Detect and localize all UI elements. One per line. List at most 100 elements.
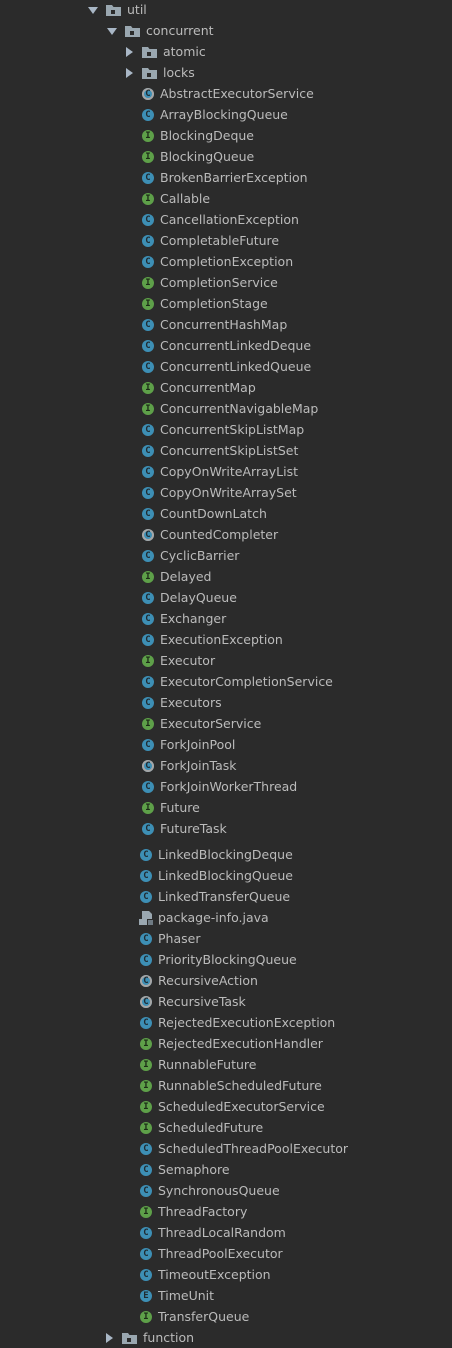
- tree-file-item[interactable]: I Future: [0, 797, 452, 818]
- tree-node-label: Delayed: [160, 569, 212, 584]
- tree-file-item[interactable]: C CompletableFuture: [0, 230, 452, 251]
- tree-node-label: ExecutionException: [160, 632, 283, 647]
- tree-file-item[interactable]: I ExecutorService: [0, 713, 452, 734]
- tree-file-item[interactable]: I RunnableFuture: [0, 1054, 452, 1075]
- tree-file-item[interactable]: I CompletionStage: [0, 293, 452, 314]
- tree-node-label: ConcurrentNavigableMap: [160, 401, 319, 416]
- class-icon: C: [141, 213, 155, 227]
- tree-file-item[interactable]: C DelayQueue: [0, 587, 452, 608]
- tree-file-item[interactable]: C Phaser: [0, 928, 452, 949]
- tree-file-item[interactable]: C ThreadLocalRandom: [0, 1222, 452, 1243]
- tree-file-item[interactable]: C ForkJoinWorkerThread: [0, 776, 452, 797]
- class-icon: C: [141, 591, 155, 605]
- tree-node-label: BlockingQueue: [160, 149, 255, 164]
- tree-file-item[interactable]: I ScheduledExecutorService: [0, 1096, 452, 1117]
- tree-node-util[interactable]: util: [0, 0, 452, 20]
- tree-file-item[interactable]: C ExecutorCompletionService: [0, 671, 452, 692]
- tree-file-item[interactable]: C ConcurrentHashMap: [0, 314, 452, 335]
- tree-node-label: AbstractExecutorService: [160, 86, 314, 101]
- tree-file-item[interactable]: C ConcurrentSkipListMap: [0, 419, 452, 440]
- tree-file-item[interactable]: C PriorityBlockingQueue: [0, 949, 452, 970]
- tree-file-item[interactable]: package-info.java: [0, 907, 452, 928]
- interface-icon: I: [141, 654, 155, 668]
- tree-file-item[interactable]: C RecursiveTask: [0, 991, 452, 1012]
- tree-file-item[interactable]: C LinkedBlockingDeque: [0, 844, 452, 865]
- tree-node-label: CompletableFuture: [160, 233, 280, 248]
- tree-file-item[interactable]: C CountDownLatch: [0, 503, 452, 524]
- tree-node-label: ThreadFactory: [158, 1204, 248, 1219]
- tree-node-label: ScheduledThreadPoolExecutor: [158, 1141, 349, 1156]
- tree-file-item[interactable]: C CopyOnWriteArraySet: [0, 482, 452, 503]
- tree-file-item[interactable]: I Callable: [0, 188, 452, 209]
- expand-arrow-right-icon[interactable]: [124, 46, 134, 57]
- tree-file-item[interactable]: C CancellationException: [0, 209, 452, 230]
- class-icon: C: [141, 696, 155, 710]
- tree-node-label: RejectedExecutionException: [158, 1015, 336, 1030]
- tree-file-item[interactable]: C AbstractExecutorService: [0, 83, 452, 104]
- tree-file-item[interactable]: C RecursiveAction: [0, 970, 452, 991]
- tree-file-item[interactable]: I RejectedExecutionHandler: [0, 1033, 452, 1054]
- tree-file-item[interactable]: C SynchronousQueue: [0, 1180, 452, 1201]
- tree-file-item[interactable]: C ConcurrentLinkedQueue: [0, 356, 452, 377]
- expand-arrow-right-icon[interactable]: [104, 1332, 114, 1343]
- enum-icon: E: [139, 1289, 153, 1303]
- expand-arrow-right-icon[interactable]: [124, 67, 134, 78]
- class-icon: C: [141, 423, 155, 437]
- class-icon: C: [141, 171, 155, 185]
- package-folder-icon: [122, 1332, 137, 1344]
- tree-file-item[interactable]: I ConcurrentNavigableMap: [0, 398, 452, 419]
- tree-node-label: LinkedBlockingQueue: [158, 868, 293, 883]
- tree-file-item[interactable]: C ScheduledThreadPoolExecutor: [0, 1138, 452, 1159]
- tree-file-item[interactable]: I TransferQueue: [0, 1306, 452, 1327]
- tree-file-item[interactable]: I Executor: [0, 650, 452, 671]
- class-icon: C: [141, 360, 155, 374]
- tree-file-item[interactable]: C CyclicBarrier: [0, 545, 452, 566]
- tree-file-item[interactable]: I ThreadFactory: [0, 1201, 452, 1222]
- tree-file-item[interactable]: C Executors: [0, 692, 452, 713]
- class-icon: C: [141, 255, 155, 269]
- tree-file-item[interactable]: I Delayed: [0, 566, 452, 587]
- tree-file-item[interactable]: I BlockingDeque: [0, 125, 452, 146]
- class-icon: C: [139, 1163, 153, 1177]
- tree-file-item[interactable]: I ConcurrentMap: [0, 377, 452, 398]
- tree-file-item[interactable]: E TimeUnit: [0, 1285, 452, 1306]
- tree-node-function[interactable]: function: [0, 1327, 452, 1348]
- tree-node-label: ConcurrentSkipListMap: [160, 422, 305, 437]
- tree-node-label: ExecutorService: [160, 716, 262, 731]
- tree-file-item[interactable]: I CompletionService: [0, 272, 452, 293]
- tree-file-item[interactable]: C ConcurrentSkipListSet: [0, 440, 452, 461]
- tree-file-item[interactable]: C ForkJoinPool: [0, 734, 452, 755]
- tree-node-atomic[interactable]: atomic: [0, 41, 452, 62]
- tree-file-item[interactable]: C FutureTask: [0, 818, 452, 839]
- tree-file-item[interactable]: I ScheduledFuture: [0, 1117, 452, 1138]
- abstract-class-icon: C: [139, 974, 153, 988]
- tree-file-item[interactable]: C ArrayBlockingQueue: [0, 104, 452, 125]
- tree-file-item[interactable]: C ExecutionException: [0, 629, 452, 650]
- class-icon: C: [141, 234, 155, 248]
- interface-icon: I: [139, 1310, 153, 1324]
- tree-file-item[interactable]: C TimeoutException: [0, 1264, 452, 1285]
- tree-file-item[interactable]: C ThreadPoolExecutor: [0, 1243, 452, 1264]
- tree-node-locks[interactable]: locks: [0, 62, 452, 83]
- tree-file-item[interactable]: C CompletionException: [0, 251, 452, 272]
- tree-file-item[interactable]: I BlockingQueue: [0, 146, 452, 167]
- tree-file-item[interactable]: C Exchanger: [0, 608, 452, 629]
- tree-node-label: Semaphore: [158, 1162, 230, 1177]
- tree-file-item[interactable]: C Semaphore: [0, 1159, 452, 1180]
- tree-node-label: atomic: [163, 44, 206, 59]
- class-icon: C: [139, 848, 153, 862]
- tree-file-item[interactable]: C CountedCompleter: [0, 524, 452, 545]
- tree-file-item[interactable]: C BrokenBarrierException: [0, 167, 452, 188]
- tree-file-item[interactable]: C CopyOnWriteArrayList: [0, 461, 452, 482]
- expand-arrow-down-icon[interactable]: [88, 5, 98, 15]
- tree-file-item[interactable]: C ForkJoinTask: [0, 755, 452, 776]
- tree-file-item[interactable]: I RunnableScheduledFuture: [0, 1075, 452, 1096]
- tree-file-item[interactable]: C RejectedExecutionException: [0, 1012, 452, 1033]
- tree-file-item[interactable]: C ConcurrentLinkedDeque: [0, 335, 452, 356]
- expand-arrow-down-icon[interactable]: [107, 26, 117, 36]
- class-icon: C: [141, 507, 155, 521]
- tree-file-item[interactable]: C LinkedTransferQueue: [0, 886, 452, 907]
- tree-file-item[interactable]: C LinkedBlockingQueue: [0, 865, 452, 886]
- class-icon: C: [139, 1142, 153, 1156]
- tree-node-concurrent[interactable]: concurrent: [0, 20, 452, 41]
